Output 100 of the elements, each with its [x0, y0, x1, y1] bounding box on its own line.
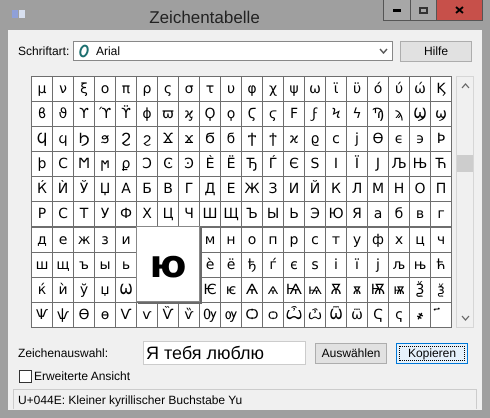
character-cell[interactable]: ш: [32, 252, 52, 277]
character-cell[interactable]: Ѝ: [53, 177, 73, 202]
character-cell[interactable]: ϸ: [32, 152, 52, 176]
character-cell[interactable]: ς: [158, 77, 178, 101]
character-cell[interactable]: ο: [95, 77, 115, 101]
character-cell[interactable]: Ю: [326, 202, 346, 226]
action-button[interactable]: Auswählen: [315, 342, 387, 364]
character-cell[interactable]: ϔ: [116, 102, 136, 126]
character-cell[interactable]: Е: [221, 177, 241, 202]
character-cell[interactable]: У: [95, 202, 115, 226]
character-cell[interactable]: ѭ: [389, 278, 409, 302]
character-cell[interactable]: Ͽ: [179, 152, 199, 176]
character-cell[interactable]: ъ: [74, 252, 94, 277]
character-cell[interactable]: Ѧ: [242, 278, 262, 302]
character-cell[interactable]: ь: [116, 252, 136, 277]
character-cell[interactable]: Р: [32, 202, 52, 226]
character-cell[interactable]: щ: [53, 252, 73, 277]
character-cell[interactable]: ѝ: [53, 278, 73, 302]
character-cell[interactable]: ѯ: [431, 278, 451, 302]
character-cell[interactable]: ѩ: [305, 278, 325, 302]
character-cell[interactable]: ѧ: [263, 278, 283, 302]
character-cell[interactable]: є: [284, 252, 304, 277]
character-cell[interactable]: ф: [368, 228, 388, 252]
character-cell[interactable]: Ϥ: [32, 127, 52, 152]
character-cell[interactable]: ы: [95, 252, 115, 277]
character-cell[interactable]: Ѱ: [32, 302, 52, 327]
character-cell[interactable]: ϝ: [305, 102, 325, 126]
character-cell[interactable]: Ы: [263, 202, 283, 226]
character-cell[interactable]: ψ: [284, 77, 304, 101]
character-cell[interactable]: ѐ: [200, 252, 220, 277]
character-cell[interactable]: Ђ: [242, 152, 262, 176]
character-cell[interactable]: Ѡ: [116, 278, 136, 302]
character-cell[interactable]: е: [53, 228, 73, 252]
character-cell[interactable]: љ: [389, 252, 409, 277]
character-cell[interactable]: Т: [74, 202, 94, 226]
selection-field[interactable]: Я тебя люблю: [143, 341, 306, 365]
character-cell[interactable]: ϊ: [326, 77, 346, 101]
character-cell[interactable]: ϭ: [221, 127, 241, 152]
character-cell[interactable]: ύ: [389, 77, 409, 101]
character-cell[interactable]: ϒ: [74, 102, 94, 126]
character-cell[interactable]: ѕ: [305, 252, 325, 277]
character-cell[interactable]: Ѐ: [200, 152, 220, 176]
character-cell[interactable]: ϲ: [326, 127, 346, 152]
character-cell[interactable]: а: [368, 202, 388, 226]
character-cell[interactable]: К: [326, 177, 346, 202]
character-cell[interactable]: Ѥ: [200, 278, 220, 302]
character-cell[interactable]: ѽ: [305, 302, 325, 327]
character-cell[interactable]: ϗ: [179, 102, 199, 126]
character-cell[interactable]: ϡ: [389, 102, 409, 126]
character-cell[interactable]: М: [368, 177, 388, 202]
character-cell[interactable]: г: [431, 202, 451, 226]
character-cell[interactable]: ϱ: [305, 127, 325, 152]
character-cell[interactable]: ϻ: [95, 152, 115, 176]
character-cell[interactable]: Я: [347, 202, 367, 226]
character-cell[interactable]: ѻ: [263, 302, 283, 327]
character-cell[interactable]: ϩ: [137, 127, 157, 152]
character-cell[interactable]: Ϫ: [158, 127, 178, 152]
character-cell[interactable]: ϋ: [347, 77, 367, 101]
character-cell[interactable]: ϰ: [284, 127, 304, 152]
character-cell[interactable]: Ѽ: [284, 302, 304, 327]
character-cell[interactable]: Є: [284, 152, 304, 176]
scroll-up-icon[interactable]: [460, 83, 470, 89]
character-cell[interactable]: ё: [221, 252, 241, 277]
character-cell[interactable]: Б: [137, 177, 157, 202]
character-cell[interactable]: Щ: [221, 202, 241, 226]
character-cell[interactable]: Ј: [368, 152, 388, 176]
character-cell[interactable]: ѹ: [221, 302, 241, 327]
character-cell[interactable]: ϵ: [389, 127, 409, 152]
character-cell[interactable]: с: [305, 228, 325, 252]
character-cell[interactable]: ϣ: [431, 102, 451, 126]
character-cell[interactable]: Ш: [200, 202, 220, 226]
character-cell[interactable]: Ϡ: [368, 102, 388, 126]
character-cell[interactable]: ў: [74, 278, 94, 302]
character-cell[interactable]: ѫ: [347, 278, 367, 302]
character-cell[interactable]: њ: [410, 252, 430, 277]
character-cell[interactable]: ѥ: [221, 278, 241, 302]
character-cell[interactable]: Ѩ: [284, 278, 304, 302]
close-button[interactable]: [437, 0, 482, 20]
character-cell[interactable]: ж: [74, 228, 94, 252]
character-cell[interactable]: Ҁ: [368, 302, 388, 327]
character-cell[interactable]: Ϙ: [200, 102, 220, 126]
character-cell[interactable]: ҂: [410, 302, 430, 327]
character-cell[interactable]: Ϩ: [116, 127, 136, 152]
character-cell[interactable]: Ѕ: [305, 152, 325, 176]
character-cell[interactable]: ϐ: [32, 102, 52, 126]
character-cell[interactable]: Ћ: [431, 152, 451, 176]
character-cell[interactable]: Ϸ: [431, 127, 451, 152]
character-cell[interactable]: Ϟ: [326, 102, 346, 126]
character-cell[interactable]: μ: [32, 77, 52, 101]
character-cell[interactable]: Н: [389, 177, 409, 202]
character-cell[interactable]: Ѵ: [116, 302, 136, 327]
character-cell[interactable]: ҁ: [389, 302, 409, 327]
character-cell[interactable]: џ: [95, 278, 115, 302]
character-cell[interactable]: ϖ: [158, 102, 178, 126]
character-cell[interactable]: Ќ: [32, 177, 52, 202]
character-cell[interactable]: т: [326, 228, 346, 252]
character-cell[interactable]: Ϲ: [53, 152, 73, 176]
character-cell[interactable]: ѓ: [263, 252, 283, 277]
character-cell[interactable]: Ͻ: [137, 152, 157, 176]
character-cell[interactable]: ѱ: [53, 302, 73, 327]
